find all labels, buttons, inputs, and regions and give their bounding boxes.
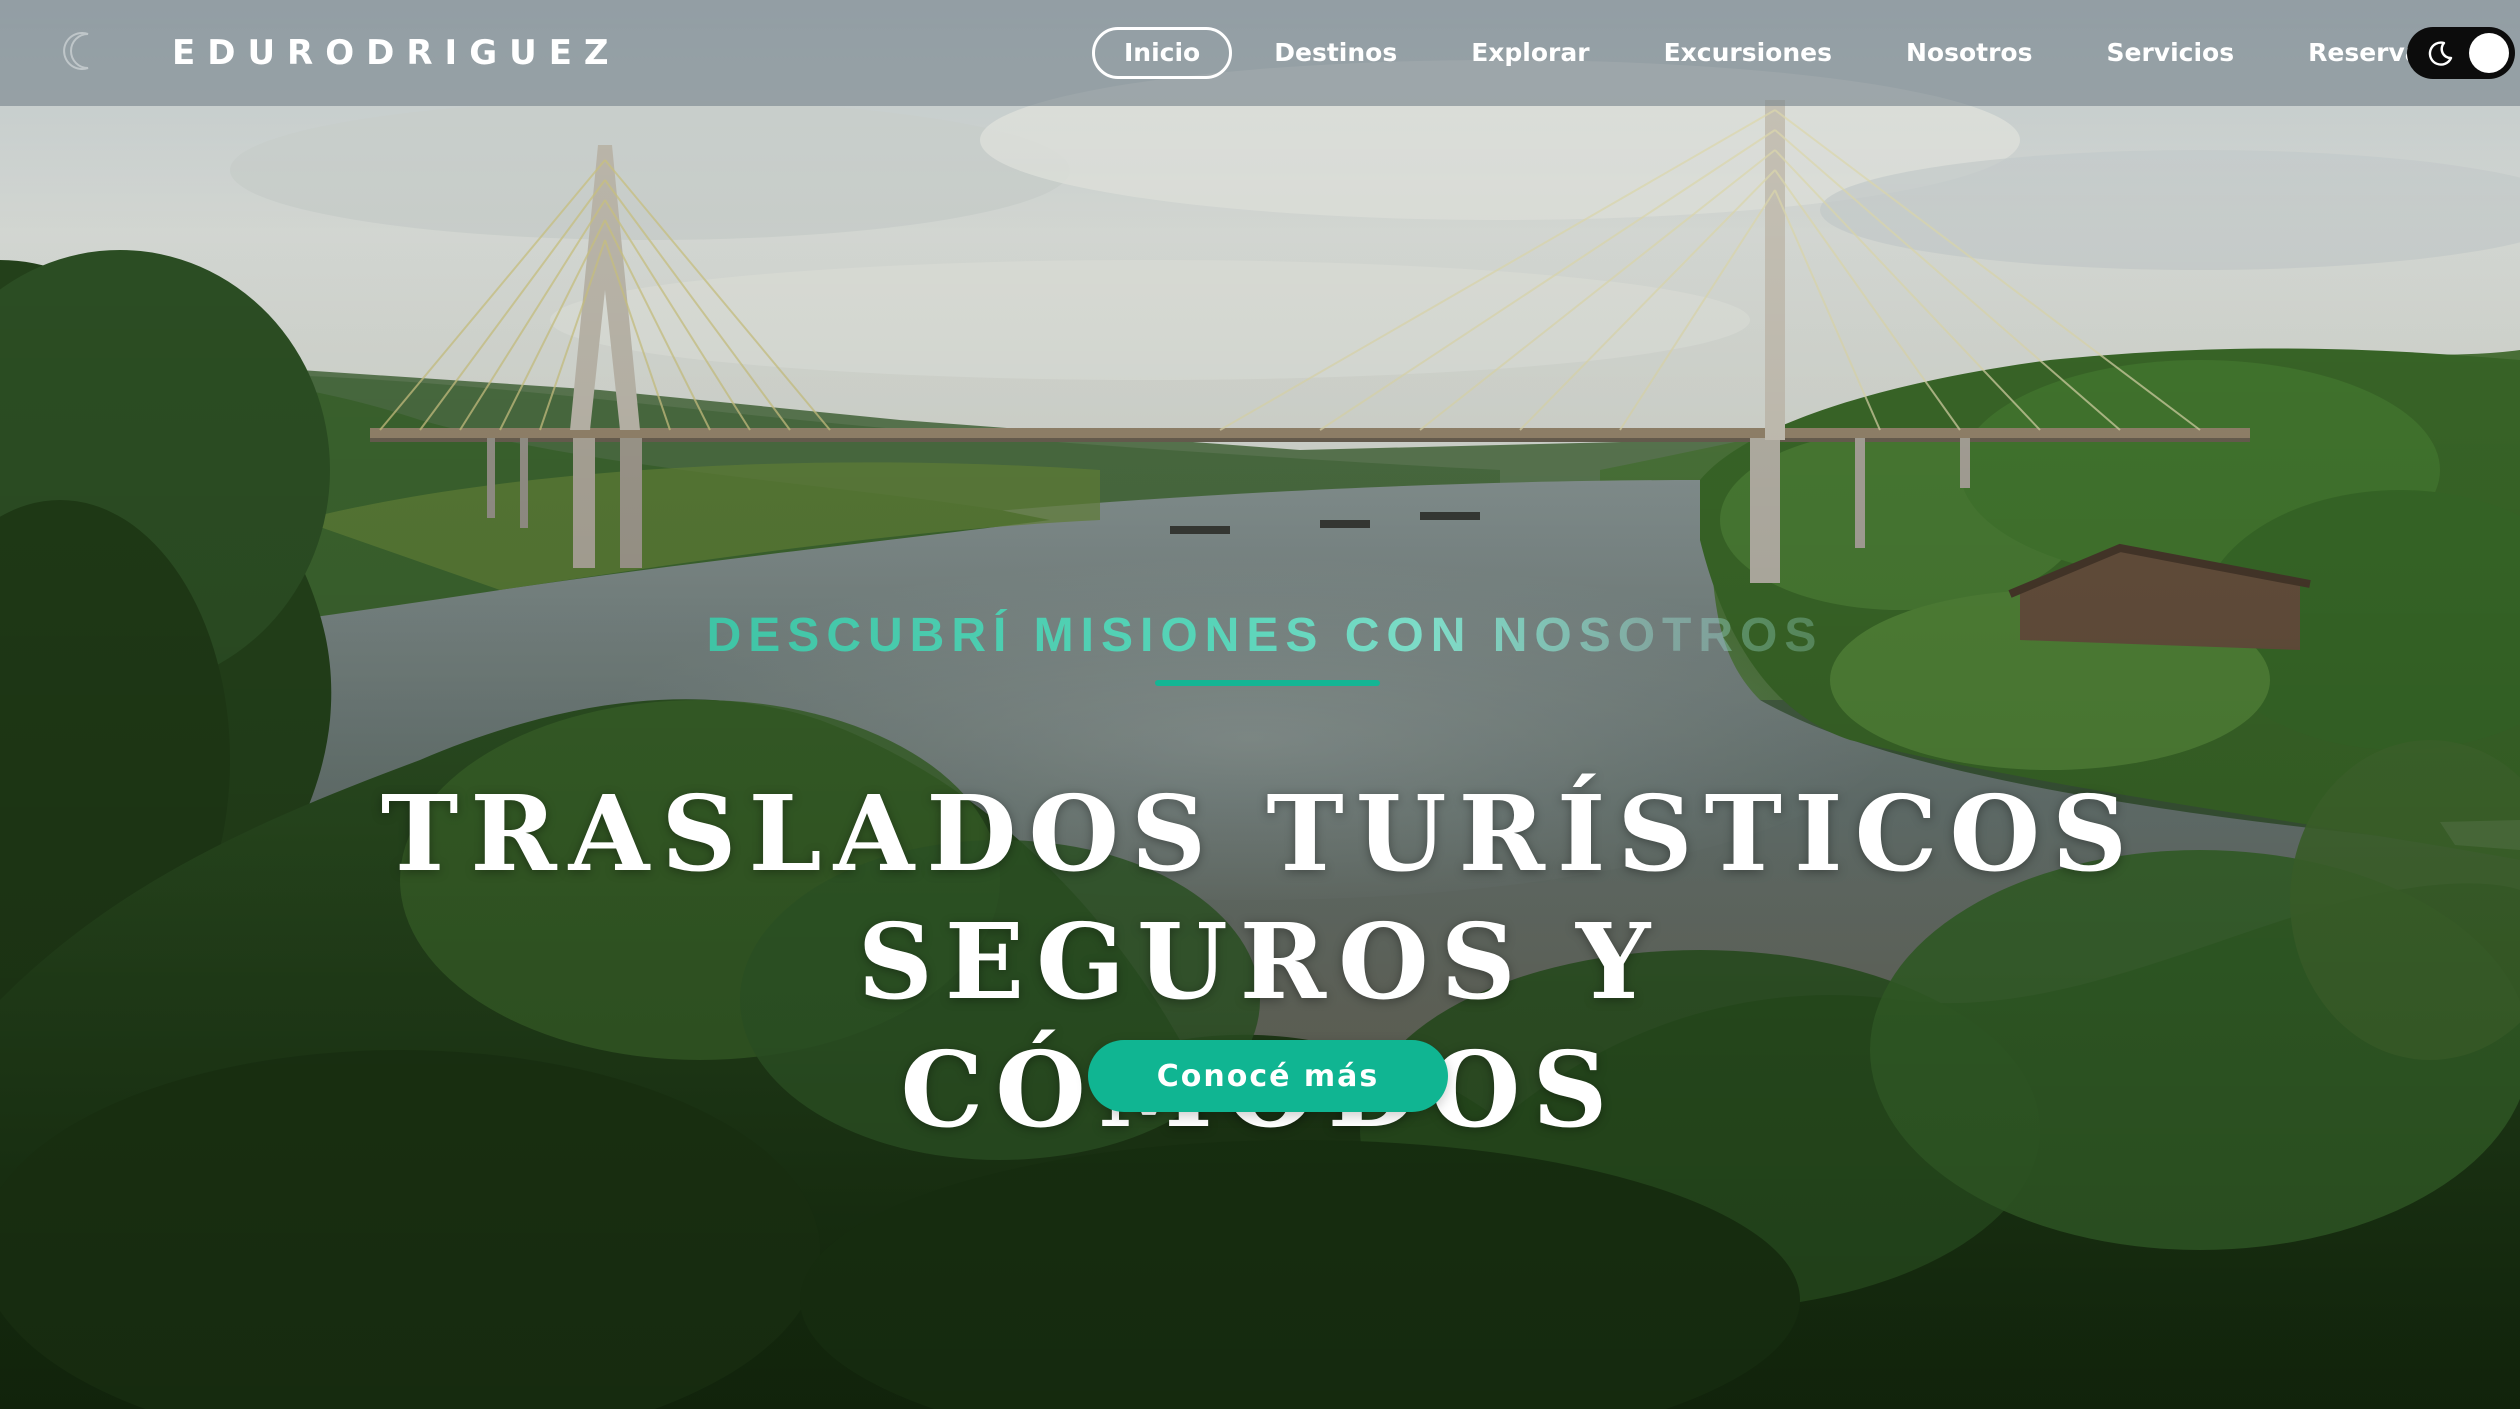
nav-item-servicios[interactable]: Servicios bbox=[2075, 27, 2267, 79]
nav-item-excursiones[interactable]: Excursiones bbox=[1632, 27, 1864, 79]
hero-background-image bbox=[0, 0, 2520, 1409]
main-nav: Inicio Destinos Explorar Excursiones Nos… bbox=[1092, 27, 2466, 79]
navbar: EDURODRIGUEZ Inicio Destinos Explorar Ex… bbox=[0, 0, 2520, 106]
theme-toggle[interactable] bbox=[2407, 27, 2515, 79]
nav-item-destinos[interactable]: Destinos bbox=[1242, 27, 1429, 79]
crescent-logo-icon bbox=[63, 32, 89, 70]
hero-title-line-1: TRASLADOS TURÍSTICOS SEGUROS Y bbox=[380, 772, 2140, 1023]
nav-item-inicio[interactable]: Inicio bbox=[1092, 27, 1233, 79]
nav-item-nosotros[interactable]: Nosotros bbox=[1874, 27, 2065, 79]
hero-tagline-container: DESCUBRÍ MISIONES CON NOSOTROS bbox=[700, 606, 1830, 666]
moon-icon bbox=[2428, 41, 2453, 66]
tagline-underline bbox=[1155, 680, 1380, 686]
toggle-knob bbox=[2469, 33, 2509, 73]
learn-more-button[interactable]: Conocé más bbox=[1088, 1040, 1448, 1112]
nav-item-explorar[interactable]: Explorar bbox=[1439, 27, 1621, 79]
page: EDURODRIGUEZ Inicio Destinos Explorar Ex… bbox=[0, 0, 2520, 1409]
brand-name[interactable]: EDURODRIGUEZ bbox=[172, 30, 621, 76]
hero-tagline: DESCUBRÍ MISIONES CON NOSOTROS bbox=[706, 609, 1824, 662]
